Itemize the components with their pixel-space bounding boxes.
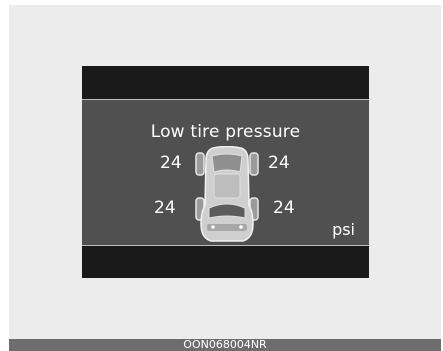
tire-pressure-rear-left: 24 — [154, 198, 176, 218]
tire-pressure-rear-right: 24 — [273, 198, 295, 218]
image-code: OON068004NR — [183, 338, 267, 351]
tpms-panel: Low tire pressure 24 24 24 24 psi — [82, 99, 369, 246]
footer-bar: OON068004NR — [9, 339, 441, 351]
warning-title: Low tire pressure — [150, 122, 301, 142]
cluster-display: Low tire pressure 24 24 24 24 psi — [82, 66, 369, 278]
tire-pressure-front-left: 24 — [160, 153, 182, 173]
tire-front-right-icon — [249, 152, 259, 176]
tire-pressure-front-right: 24 — [268, 153, 290, 173]
pressure-unit: psi — [332, 220, 355, 239]
tire-front-left-icon — [195, 152, 205, 176]
